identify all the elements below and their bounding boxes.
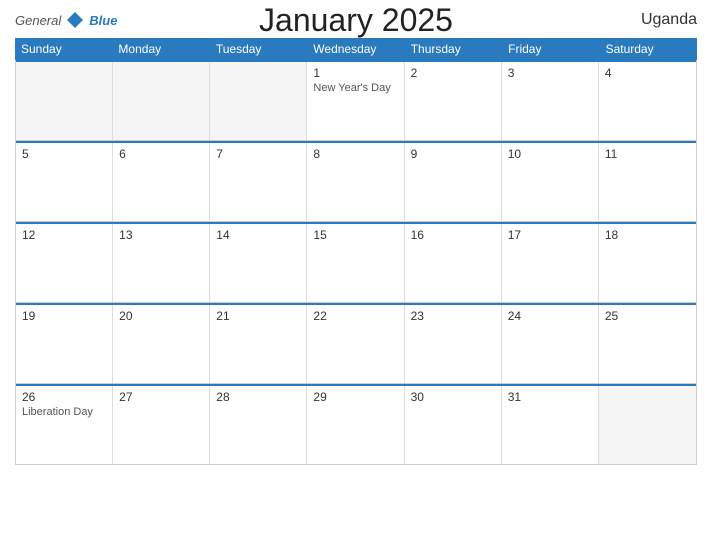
cell-w1-sat: 4 (599, 62, 696, 140)
date-13: 13 (119, 228, 203, 242)
date-18: 18 (605, 228, 690, 242)
date-5: 5 (22, 147, 106, 161)
date-20: 20 (119, 309, 203, 323)
event-new-years-day: New Year's Day (313, 82, 397, 94)
cell-w4-sun: 19 (16, 305, 113, 383)
date-19: 19 (22, 309, 106, 323)
cell-w4-fri: 24 (502, 305, 599, 383)
logo-blue-text: Blue (89, 13, 117, 28)
day-tuesday: Tuesday (210, 38, 307, 60)
calendar-week-5: 26 Liberation Day 27 28 29 30 31 (16, 384, 696, 465)
date-14: 14 (216, 228, 300, 242)
calendar-title: January 2025 (259, 2, 453, 38)
header: General Blue January 2025 Uganda (15, 10, 697, 30)
calendar-week-4: 19 20 21 22 23 24 25 (16, 303, 696, 384)
cell-w2-wed: 8 (307, 143, 404, 221)
cell-w1-thu: 2 (405, 62, 502, 140)
date-17: 17 (508, 228, 592, 242)
cell-w2-sat: 11 (599, 143, 696, 221)
date-12: 12 (22, 228, 106, 242)
cell-w5-fri: 31 (502, 386, 599, 464)
calendar-week-1: 1 New Year's Day 2 3 4 (16, 60, 696, 141)
cell-w2-mon: 6 (113, 143, 210, 221)
cell-w3-wed: 15 (307, 224, 404, 302)
date-15: 15 (313, 228, 397, 242)
date-24: 24 (508, 309, 592, 323)
cell-w3-sat: 18 (599, 224, 696, 302)
cell-w4-mon: 20 (113, 305, 210, 383)
date-3: 3 (508, 66, 592, 80)
cell-w3-fri: 17 (502, 224, 599, 302)
cell-w5-wed: 29 (307, 386, 404, 464)
day-headers: Sunday Monday Tuesday Wednesday Thursday… (15, 38, 697, 60)
cell-w4-tue: 21 (210, 305, 307, 383)
date-29: 29 (313, 390, 397, 404)
date-1: 1 (313, 66, 397, 80)
date-28: 28 (216, 390, 300, 404)
day-thursday: Thursday (405, 38, 502, 60)
date-4: 4 (605, 66, 690, 80)
cell-w3-sun: 12 (16, 224, 113, 302)
cell-w4-thu: 23 (405, 305, 502, 383)
date-27: 27 (119, 390, 203, 404)
date-23: 23 (411, 309, 495, 323)
date-8: 8 (313, 147, 397, 161)
cell-w1-mon (113, 62, 210, 140)
date-10: 10 (508, 147, 592, 161)
date-21: 21 (216, 309, 300, 323)
cell-w3-thu: 16 (405, 224, 502, 302)
date-16: 16 (411, 228, 495, 242)
date-22: 22 (313, 309, 397, 323)
cell-w2-sun: 5 (16, 143, 113, 221)
cell-w5-tue: 28 (210, 386, 307, 464)
event-liberation-day: Liberation Day (22, 406, 106, 418)
calendar-container: General Blue January 2025 Uganda Sunday … (0, 0, 712, 550)
day-sunday: Sunday (15, 38, 112, 60)
cell-w5-sat (599, 386, 696, 464)
date-25: 25 (605, 309, 690, 323)
cell-w4-sat: 25 (599, 305, 696, 383)
logo: General Blue (15, 10, 117, 30)
cell-w2-fri: 10 (502, 143, 599, 221)
calendar-grid: 1 New Year's Day 2 3 4 5 6 7 (15, 60, 697, 465)
cell-w5-thu: 30 (405, 386, 502, 464)
cell-w2-thu: 9 (405, 143, 502, 221)
cell-w1-tue (210, 62, 307, 140)
calendar-week-2: 5 6 7 8 9 10 11 (16, 141, 696, 222)
date-30: 30 (411, 390, 495, 404)
date-7: 7 (216, 147, 300, 161)
calendar-week-3: 12 13 14 15 16 17 18 (16, 222, 696, 303)
date-6: 6 (119, 147, 203, 161)
day-monday: Monday (112, 38, 209, 60)
cell-w1-sun (16, 62, 113, 140)
cell-w3-tue: 14 (210, 224, 307, 302)
cell-w5-mon: 27 (113, 386, 210, 464)
country-name: Uganda (641, 11, 697, 29)
cell-w4-wed: 22 (307, 305, 404, 383)
cell-w2-tue: 7 (210, 143, 307, 221)
cell-w3-mon: 13 (113, 224, 210, 302)
date-9: 9 (411, 147, 495, 161)
cell-w1-fri: 3 (502, 62, 599, 140)
cell-w1-wed: 1 New Year's Day (307, 62, 404, 140)
logo-icon (65, 10, 85, 30)
day-saturday: Saturday (600, 38, 697, 60)
day-friday: Friday (502, 38, 599, 60)
logo-general-text: General (15, 13, 61, 28)
date-26: 26 (22, 390, 106, 404)
date-11: 11 (605, 147, 690, 161)
date-31: 31 (508, 390, 592, 404)
date-2: 2 (411, 66, 495, 80)
day-wednesday: Wednesday (307, 38, 404, 60)
cell-w5-sun: 26 Liberation Day (16, 386, 113, 464)
